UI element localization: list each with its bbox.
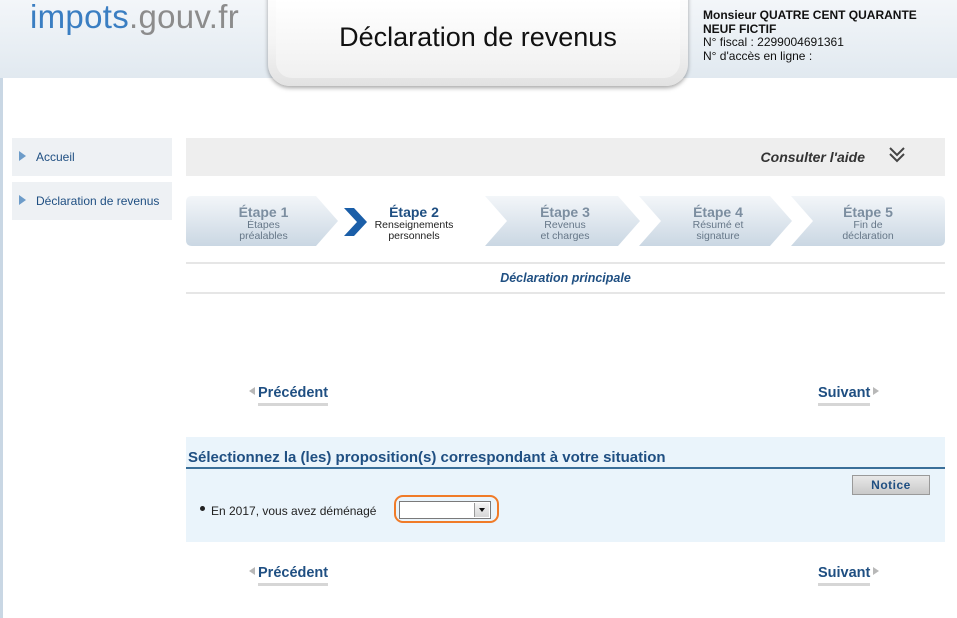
step-title: Étape 5 xyxy=(843,204,893,220)
page-title-inner: Déclaration de revenus xyxy=(276,0,680,78)
dropdown-button[interactable] xyxy=(474,503,489,517)
step-progress-bar: Étape 1 Étapes préalables Étape 2 Rensei… xyxy=(186,196,945,246)
divider xyxy=(186,262,945,264)
page-title-box: Déclaration de revenus xyxy=(268,0,688,86)
previous-button-bottom[interactable]: Précédent xyxy=(249,565,329,586)
triangle-right-icon xyxy=(19,151,26,161)
site-logo[interactable]: impots.gouv.fr xyxy=(30,0,239,36)
step-1: Étape 1 Étapes préalables xyxy=(186,196,341,246)
step-line2: et charges xyxy=(540,230,590,242)
logo-text-domain: .gouv.fr xyxy=(129,0,240,35)
step-4: Étape 4 Résumé et signature xyxy=(639,196,797,246)
user-info: Monsieur QUATRE CENT QUARANTE NEUF FICTI… xyxy=(703,8,948,63)
step-2: Étape 2 Renseignements personnels xyxy=(356,196,472,246)
double-chevron-down-icon[interactable] xyxy=(887,145,907,165)
fiscal-number: N° fiscal : 2299004691361 xyxy=(703,35,844,49)
notice-button[interactable]: Notice xyxy=(852,475,930,495)
previous-label: Précédent xyxy=(258,385,329,406)
step-title: Étape 2 xyxy=(389,204,439,220)
step-title: Étape 3 xyxy=(540,204,590,220)
online-access-number: N° d'accès en ligne : xyxy=(703,48,813,63)
section-subtitle: Déclaration principale xyxy=(500,271,631,285)
divider xyxy=(186,292,945,294)
sidebar-item-label: Accueil xyxy=(36,150,75,164)
bullet-icon xyxy=(200,506,205,511)
arrow-right-icon xyxy=(873,567,880,575)
step-line2: préalables xyxy=(239,230,288,242)
step-line2: déclaration xyxy=(842,230,894,242)
divider xyxy=(186,467,945,469)
next-label: Suivant xyxy=(818,565,871,586)
sidebar-item-declaration[interactable]: Déclaration de revenus xyxy=(12,182,172,220)
question-panel: Sélectionnez la (les) proposition(s) cor… xyxy=(186,437,945,542)
step-title: Étape 1 xyxy=(238,204,289,220)
question-panel-title: Sélectionnez la (les) proposition(s) cor… xyxy=(188,449,666,466)
step-line2: signature xyxy=(696,230,740,242)
step-3: Étape 3 Revenus et charges xyxy=(485,196,645,246)
next-button-top[interactable]: Suivant xyxy=(818,385,880,406)
step-5: Étape 5 Fin de déclaration xyxy=(791,196,945,246)
triangle-right-icon xyxy=(19,195,26,205)
sidebar-item-accueil[interactable]: Accueil xyxy=(12,138,172,176)
step-line2: personnels xyxy=(388,230,440,242)
sidebar-item-label: Déclaration de revenus xyxy=(36,194,160,208)
user-name: Monsieur QUATRE CENT QUARANTE NEUF FICTI… xyxy=(703,8,917,36)
step-title: Étape 4 xyxy=(693,204,743,220)
help-bar: Consulter l'aide xyxy=(186,138,945,176)
arrow-left-icon xyxy=(249,567,255,575)
logo-text-main: impots xyxy=(30,0,129,35)
help-link[interactable]: Consulter l'aide xyxy=(761,149,865,165)
previous-button-top[interactable]: Précédent xyxy=(249,385,329,406)
chevron-down-icon xyxy=(479,508,485,512)
next-button-bottom[interactable]: Suivant xyxy=(818,565,880,586)
arrow-right-icon xyxy=(873,387,880,395)
next-label: Suivant xyxy=(818,385,871,406)
left-border xyxy=(0,0,3,618)
previous-label: Précédent xyxy=(258,565,329,586)
page-title: Déclaration de revenus xyxy=(339,22,617,52)
moved-select[interactable] xyxy=(399,501,491,519)
question-label: En 2017, vous avez déménagé xyxy=(211,504,377,518)
arrow-left-icon xyxy=(249,387,255,395)
